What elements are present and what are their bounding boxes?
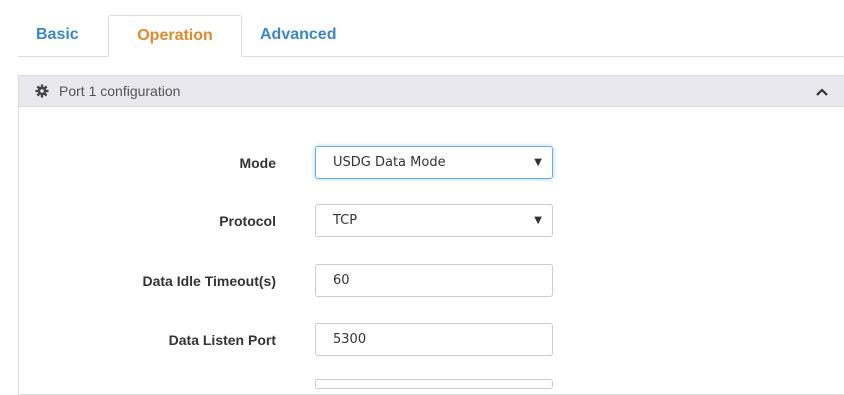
tab-advanced[interactable]: Advanced [244,15,364,56]
listen-port-value: 5300 [333,332,367,347]
listen-port-input[interactable]: 5300 [315,323,553,356]
protocol-select[interactable]: TCP ▼ [315,204,553,237]
next-field-input[interactable] [315,379,553,389]
idle-timeout-input[interactable]: 60 [315,264,553,297]
panel-title: Port 1 configuration [59,83,181,99]
dropdown-arrow-icon: ▼ [534,157,542,168]
protocol-label: Protocol [219,213,276,229]
panel-header[interactable]: Port 1 configuration [19,76,844,107]
tab-operation[interactable]: Operation [108,15,242,57]
listen-port-label: Data Listen Port [168,332,276,348]
mode-label: Mode [239,155,276,171]
tab-basic[interactable]: Basic [18,15,108,56]
mode-value: USDG Data Mode [333,155,446,170]
mode-select[interactable]: USDG Data Mode ▼ [315,146,553,179]
chevron-up-icon[interactable] [815,85,829,99]
idle-timeout-label: Data Idle Timeout(s) [142,273,276,289]
gear-icon [35,84,49,98]
protocol-value: TCP [333,213,358,228]
idle-timeout-value: 60 [333,273,350,288]
tab-bar: Basic Operation Advanced [18,15,844,57]
dropdown-arrow-icon: ▼ [534,215,542,226]
